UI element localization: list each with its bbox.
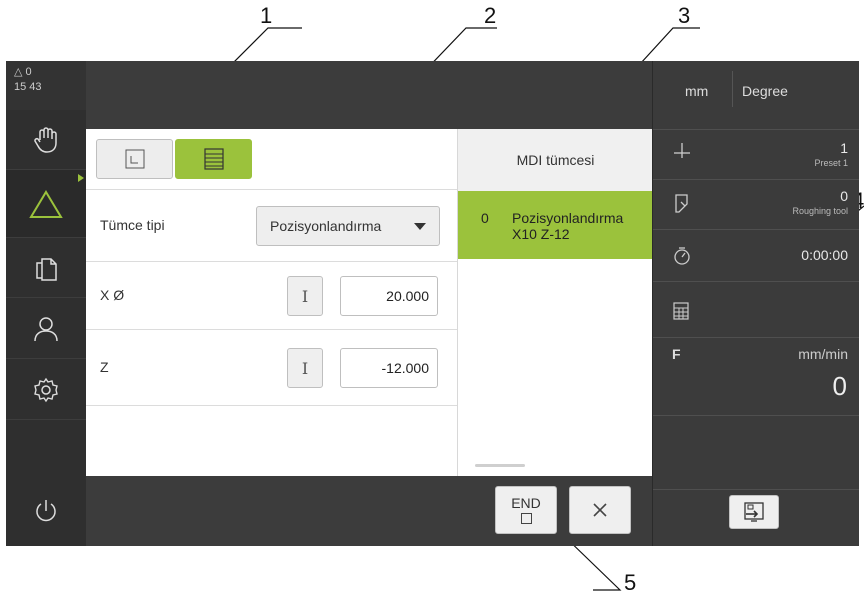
datum-icon xyxy=(674,143,690,158)
tool-label: Roughing tool xyxy=(792,206,848,216)
gear-icon xyxy=(34,377,58,402)
end-button[interactable]: END xyxy=(495,486,557,534)
calculator-row[interactable] xyxy=(653,281,859,337)
block-type-row: Tümce tipi Pozisyonlandırma xyxy=(86,189,457,261)
unit-separator xyxy=(732,71,733,107)
tool-icon xyxy=(675,194,688,213)
transfer-icon xyxy=(744,502,764,522)
status-bar-right: mm Degree 1 Preset 1 0 Roughing tool 0:0… xyxy=(652,61,859,546)
active-indicator xyxy=(78,174,84,182)
chevron-down-icon xyxy=(414,223,426,230)
sidebar-item-power[interactable] xyxy=(6,476,86,546)
tool-row[interactable]: 0 Roughing tool xyxy=(653,179,859,229)
axis-x-label: X Ø xyxy=(100,287,125,303)
status-area: △ 0 15 43 xyxy=(6,61,86,110)
documents-icon xyxy=(36,257,57,281)
sidebar-item-manual[interactable] xyxy=(6,110,86,170)
end-label: END xyxy=(511,495,541,511)
block-coords-text: X10 Z-12 xyxy=(512,226,570,242)
stop-square-icon xyxy=(520,513,532,524)
divider xyxy=(653,415,859,416)
list-view-icon xyxy=(203,148,224,170)
axis-x-teach-button[interactable]: I xyxy=(287,276,323,316)
sidebar-item-mdi[interactable] xyxy=(6,170,86,238)
user-icon xyxy=(34,316,58,341)
block-type-label: Tümce tipi xyxy=(100,217,165,233)
axis-z-input[interactable]: -12.000 xyxy=(340,348,438,388)
axes-view-icon xyxy=(125,149,144,169)
sidebar-item-settings[interactable] xyxy=(6,360,86,420)
feed-symbol: F xyxy=(672,346,681,362)
divider xyxy=(653,489,859,490)
warning-counter[interactable]: △ 0 xyxy=(14,65,32,78)
top-bar xyxy=(86,61,652,129)
angle-unit: Degree xyxy=(742,83,788,99)
block-index: 0 xyxy=(481,210,489,226)
callout-2: 2 xyxy=(484,3,497,28)
callout-1: 1 xyxy=(260,3,273,28)
block-type-value: Pozisyonlandırma xyxy=(270,218,382,234)
close-icon xyxy=(593,503,607,517)
list-view-button[interactable] xyxy=(175,139,252,179)
tool-value: 0 xyxy=(840,188,848,204)
timer-value: 0:00:00 xyxy=(801,247,848,263)
left-sidebar: △ 0 15 43 xyxy=(6,61,86,546)
triangle-mdi-icon xyxy=(29,189,63,218)
feed-row[interactable]: F mm/min 0 xyxy=(653,337,859,415)
axis-z-teach-button[interactable]: I xyxy=(287,348,323,388)
mdi-title: MDI tümcesi xyxy=(458,129,653,191)
close-button[interactable] xyxy=(569,486,631,534)
scroll-indicator[interactable] xyxy=(475,464,525,467)
divider xyxy=(86,405,457,406)
bottom-bar: END xyxy=(86,476,652,546)
callout-3: 3 xyxy=(678,3,691,28)
warning-icon: △ xyxy=(14,66,23,78)
device-screen: △ 0 15 43 Tümce tipi Pozisyonlandırma X … xyxy=(6,61,859,546)
block-type-dropdown[interactable]: Pozisyonlandırma xyxy=(256,206,440,246)
feed-unit: mm/min xyxy=(798,346,848,362)
axis-row-x: X Ø I 20.000 xyxy=(86,261,457,329)
preset-row[interactable]: 1 Preset 1 xyxy=(653,129,859,179)
sidebar-item-files[interactable] xyxy=(6,238,86,298)
mdi-block-list: MDI tümcesi 0 Pozisyonlandırma X10 Z-12 xyxy=(457,129,653,476)
units-display[interactable]: mm Degree xyxy=(653,61,859,123)
axis-x-input[interactable]: 20.000 xyxy=(340,276,438,316)
hand-icon xyxy=(34,126,57,153)
preset-value: 1 xyxy=(840,140,848,156)
axis-row-z: Z I -12.000 xyxy=(86,329,457,405)
stopwatch-icon xyxy=(674,247,690,265)
timer-row[interactable]: 0:00:00 xyxy=(653,229,859,281)
calculator-icon xyxy=(673,302,689,320)
power-icon xyxy=(36,500,56,522)
callout-5: 5 xyxy=(624,570,637,595)
axes-view-button[interactable] xyxy=(96,139,173,179)
length-unit: mm xyxy=(685,83,709,99)
feed-value: 0 xyxy=(832,371,847,401)
axis-z-label: Z xyxy=(100,359,109,375)
block-type-text: Pozisyonlandırma xyxy=(512,210,624,226)
clock: 15 43 xyxy=(14,81,42,93)
mdi-editor-panel: Tümce tipi Pozisyonlandırma X Ø I 20.000… xyxy=(86,129,457,476)
list-item[interactable]: 0 Pozisyonlandırma X10 Z-12 xyxy=(458,191,653,259)
preset-label: Preset 1 xyxy=(814,158,848,168)
sidebar-item-user[interactable] xyxy=(6,299,86,359)
transfer-position-button[interactable] xyxy=(729,495,779,529)
